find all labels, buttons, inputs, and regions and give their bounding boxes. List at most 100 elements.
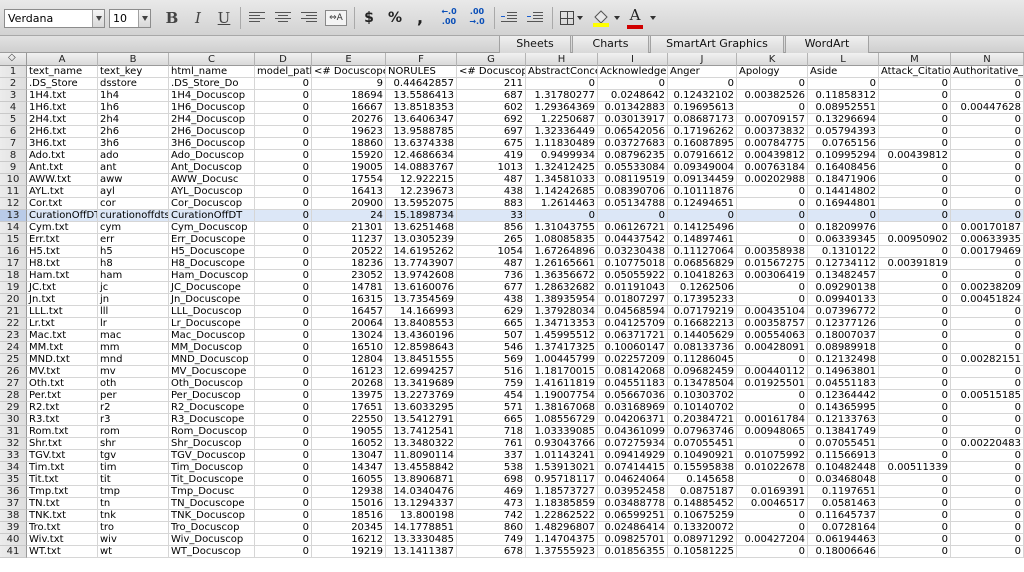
decrease-indent-icon[interactable] (501, 11, 517, 24)
table-cell[interactable]: 0 (879, 246, 951, 258)
table-cell[interactable]: tim (98, 462, 169, 474)
table-cell[interactable]: 19623 (312, 126, 386, 138)
table-cell[interactable]: 0 (668, 78, 737, 90)
table-cell[interactable]: 0.09134459 (668, 174, 737, 186)
table-cell[interactable]: Mac.txt (27, 330, 98, 342)
table-cell[interactable]: 0 (737, 294, 808, 306)
table-cell[interactable]: 0.13320072 (668, 522, 737, 534)
table-cell[interactable]: 13.8451555 (386, 354, 457, 366)
table-cell[interactable]: 438 (457, 294, 526, 306)
table-cell[interactable]: Err_Docuscope (169, 234, 255, 246)
table-cell[interactable]: 0.05055922 (598, 270, 668, 282)
table-cell[interactable]: 1.32412425 (526, 162, 598, 174)
table-cell[interactable]: 0 (737, 222, 808, 234)
table-cell[interactable]: 0.10490921 (668, 450, 737, 462)
table-cell[interactable]: 14347 (312, 462, 386, 474)
table-cell[interactable]: 13.3330485 (386, 534, 457, 546)
table-cell[interactable]: 0.06599251 (598, 510, 668, 522)
table-cell[interactable]: tmp (98, 486, 169, 498)
table-cell[interactable]: 0.10675259 (668, 510, 737, 522)
row-header[interactable]: 21 (0, 306, 27, 318)
table-cell[interactable]: 0 (255, 438, 312, 450)
table-cell[interactable]: <# Docuscope (312, 66, 386, 78)
table-cell[interactable]: Ado_Docuscop (169, 150, 255, 162)
table-cell[interactable]: AbstractConce (526, 66, 598, 78)
table-cell[interactable]: 13.8408553 (386, 318, 457, 330)
row-header[interactable]: 10 (0, 174, 27, 186)
table-cell[interactable]: 675 (457, 138, 526, 150)
table-cell[interactable]: 0 (255, 258, 312, 270)
table-cell[interactable]: 0.07396772 (808, 306, 879, 318)
table-cell[interactable]: 0.14405629 (668, 330, 737, 342)
table-cell[interactable]: 0 (951, 174, 1024, 186)
table-cell[interactable]: 20900 (312, 198, 386, 210)
table-cell[interactable]: 0.10140702 (668, 402, 737, 414)
table-cell[interactable]: 14.166993 (386, 306, 457, 318)
table-cell[interactable]: 13.5586413 (386, 90, 457, 102)
table-cell[interactable]: 0.03168969 (598, 402, 668, 414)
table-cell[interactable]: curationoffdtst (98, 210, 169, 222)
table-cell[interactable]: 16413 (312, 186, 386, 198)
table-cell[interactable]: 13.9742608 (386, 270, 457, 282)
table-cell[interactable]: h5 (98, 246, 169, 258)
table-cell[interactable]: 0 (879, 522, 951, 534)
table-cell[interactable]: 0.1262506 (668, 282, 737, 294)
table-cell[interactable]: 0.08390706 (598, 186, 668, 198)
column-header-c[interactable]: C (169, 53, 255, 66)
table-cell[interactable]: 13.6374338 (386, 138, 457, 150)
table-cell[interactable]: 0.16087895 (668, 138, 737, 150)
table-cell[interactable]: 0 (879, 78, 951, 90)
table-cell[interactable]: 0.02257209 (598, 354, 668, 366)
table-cell[interactable]: 0.02486414 (598, 522, 668, 534)
table-cell[interactable]: 1.53913021 (526, 462, 598, 474)
table-cell[interactable]: 0.11858312 (808, 90, 879, 102)
table-cell[interactable]: 0.00306419 (737, 270, 808, 282)
row-header[interactable]: 35 (0, 474, 27, 486)
table-cell[interactable]: AYL.txt (27, 186, 98, 198)
table-cell[interactable]: Wiv.txt (27, 534, 98, 546)
table-cell[interactable]: 0 (255, 498, 312, 510)
table-cell[interactable]: 1.36356672 (526, 270, 598, 282)
table-cell[interactable]: 0 (879, 318, 951, 330)
table-cell[interactable]: 0 (737, 198, 808, 210)
table-cell[interactable]: 0 (255, 402, 312, 414)
table-cell[interactable]: 0.0875187 (668, 486, 737, 498)
table-cell[interactable]: 13.4558842 (386, 462, 457, 474)
table-cell[interactable]: 13.1411387 (386, 546, 457, 558)
table-cell[interactable]: 0 (255, 306, 312, 318)
table-cell[interactable]: 0 (879, 270, 951, 282)
table-cell[interactable]: model_path (255, 66, 312, 78)
table-cell[interactable]: 0.01856355 (598, 546, 668, 558)
table-cell[interactable]: 1h4 (98, 90, 169, 102)
table-cell[interactable]: Tim.txt (27, 462, 98, 474)
table-cell[interactable]: 0 (255, 162, 312, 174)
table-cell[interactable]: 0.145658 (668, 474, 737, 486)
table-cell[interactable]: 13.5952075 (386, 198, 457, 210)
table-cell[interactable]: 0.00950902 (879, 234, 951, 246)
table-cell[interactable]: 1.34713353 (526, 318, 598, 330)
table-cell[interactable]: 1.67264896 (526, 246, 598, 258)
table-cell[interactable]: 0 (951, 450, 1024, 462)
table-cell[interactable]: 16123 (312, 366, 386, 378)
row-header[interactable]: 2 (0, 78, 27, 90)
table-cell[interactable]: 0.06371721 (598, 330, 668, 342)
select-all-corner[interactable] (0, 52, 27, 66)
table-cell[interactable]: 0 (879, 450, 951, 462)
table-cell[interactable]: 0 (255, 318, 312, 330)
table-cell[interactable]: 0 (737, 102, 808, 114)
table-cell[interactable]: 0 (879, 114, 951, 126)
table-cell[interactable]: tn (98, 498, 169, 510)
column-header-k[interactable]: K (737, 53, 808, 66)
table-cell[interactable]: 0 (255, 198, 312, 210)
table-cell[interactable]: 0 (879, 294, 951, 306)
table-cell[interactable]: 13.6406347 (386, 114, 457, 126)
table-cell[interactable]: TGV.txt (27, 450, 98, 462)
table-cell[interactable]: 0.00948065 (737, 426, 808, 438)
row-header[interactable]: 32 (0, 438, 27, 450)
table-cell[interactable]: 0.04206371 (598, 414, 668, 426)
table-cell[interactable]: 0 (255, 330, 312, 342)
table-cell[interactable]: 0 (951, 126, 1024, 138)
table-cell[interactable]: 0.18209976 (808, 222, 879, 234)
table-cell[interactable]: 0.07963746 (668, 426, 737, 438)
table-cell[interactable]: 0.0765156 (808, 138, 879, 150)
